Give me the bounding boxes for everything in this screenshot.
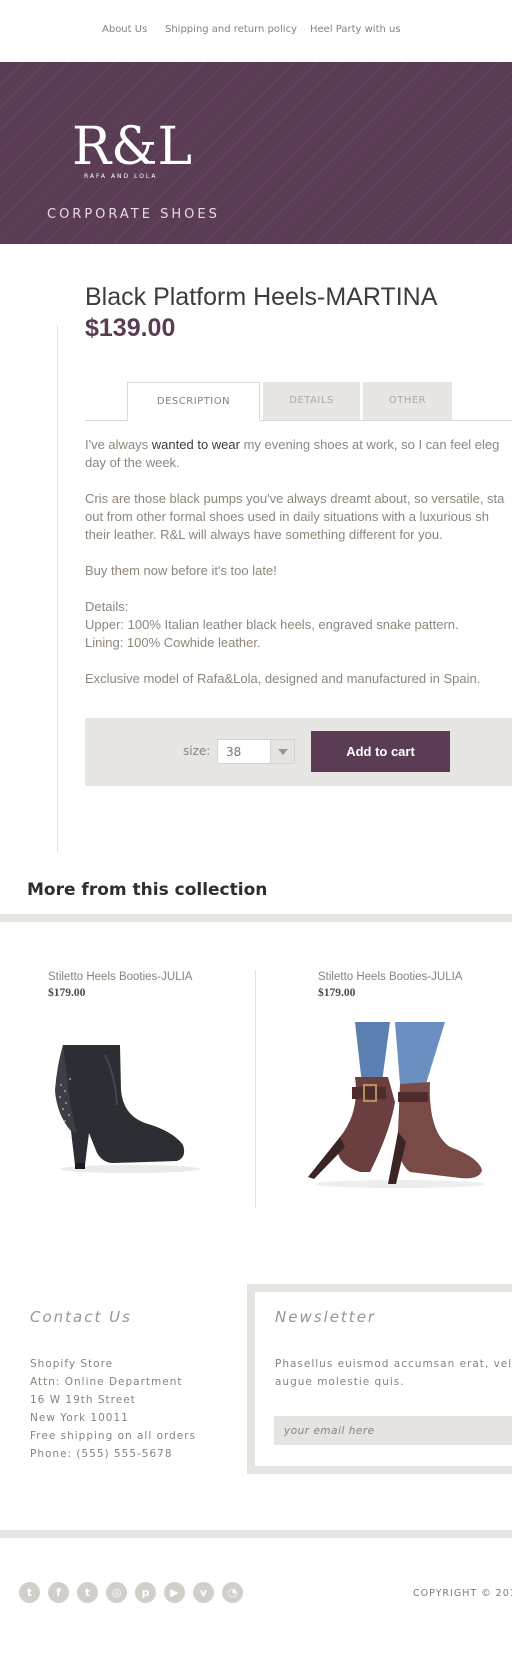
tumblr-icon[interactable]: t: [77, 1582, 98, 1603]
header-banner: R&L RAFA AND LOLA CORPORATE SHOES: [0, 62, 512, 244]
collection-divider: [255, 970, 256, 1208]
copyright-text: COPYRIGHT © 201: [413, 1588, 512, 1599]
logo-subtext: RAFA AND LOLA: [84, 173, 158, 180]
left-divider: [57, 325, 58, 853]
desc-paragraph-4: Details: Upper: 100% Italian leather bla…: [85, 599, 459, 650]
product-title: Black Platform Heels-MARTINA: [85, 283, 438, 311]
nav-heel-party[interactable]: Heel Party with us: [310, 24, 401, 35]
chevron-down-icon[interactable]: [270, 740, 294, 763]
newsletter-text: Phasellus euismod accumsan erat, vel di …: [275, 1358, 512, 1388]
instagram-icon[interactable]: ◎: [106, 1582, 127, 1603]
collection-item-price: $179.00: [318, 987, 356, 999]
desc-paragraph-2: Cris are those black pumps you've always…: [85, 491, 505, 542]
newsletter-email-input[interactable]: [274, 1416, 512, 1445]
contact-title: Contact Us: [30, 1308, 132, 1326]
collection-item-name[interactable]: Stiletto Heels Booties-JULIA: [48, 971, 192, 983]
tab-description[interactable]: DESCRIPTION: [127, 382, 260, 421]
collection-title: More from this collection: [27, 880, 268, 900]
collection-item-price: $179.00: [48, 987, 86, 999]
desc-paragraph-1: I've always wanted to wear my evening sh…: [85, 437, 500, 470]
rss-icon[interactable]: ◔: [222, 1582, 243, 1603]
add-to-cart-button[interactable]: Add to cart: [311, 731, 450, 772]
footer-rule: [0, 1530, 512, 1538]
product-image-black-bootie[interactable]: [45, 1035, 205, 1175]
desc-paragraph-5: Exclusive model of Rafa&Lola, designed a…: [85, 671, 481, 686]
size-select[interactable]: 38: [217, 739, 295, 764]
youtube-icon[interactable]: ▶: [164, 1582, 185, 1603]
tab-details[interactable]: DETAILS: [263, 382, 360, 420]
nav-about-us[interactable]: About Us: [102, 24, 147, 35]
collection-item-name[interactable]: Stiletto Heels Booties-JULIA: [318, 971, 462, 983]
contact-address: Shopify Store Attn: Online Department 16…: [30, 1358, 197, 1460]
size-label: size:: [183, 744, 211, 758]
add-to-cart-bar: size: 38 Add to cart: [85, 718, 512, 786]
collection-rule: [0, 914, 512, 922]
logo-text: R&L: [72, 117, 192, 177]
nav-shipping-return-policy[interactable]: Shipping and return policy: [165, 24, 297, 35]
size-value: 38: [226, 745, 242, 759]
desc-paragraph-3: Buy them now before it's too late!: [85, 563, 277, 578]
top-nav: About Us Shipping and return policy Heel…: [0, 0, 512, 62]
pinterest-icon[interactable]: p: [135, 1582, 156, 1603]
product-price: $139.00: [85, 314, 176, 342]
desc-emphasis: wanted to wear: [151, 437, 240, 452]
vimeo-icon[interactable]: v: [193, 1582, 214, 1603]
product-image-brown-booties[interactable]: [300, 1022, 490, 1190]
twitter-icon[interactable]: t: [19, 1582, 40, 1603]
brand-logo[interactable]: R&L RAFA AND LOLA: [70, 110, 195, 190]
tab-other[interactable]: OTHER: [363, 382, 452, 420]
brand-tagline: CORPORATE SHOES: [47, 207, 220, 222]
product-description: I've always wanted to wear my evening sh…: [85, 436, 512, 706]
newsletter-title: Newsletter: [275, 1308, 377, 1326]
facebook-icon[interactable]: f: [48, 1582, 69, 1603]
